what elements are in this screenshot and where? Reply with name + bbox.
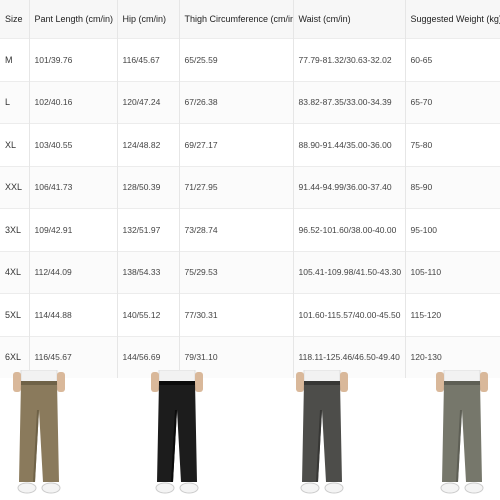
cell-pant-length: 106/41.73 (29, 165, 118, 209)
table-row: XL 103/40.55 124/48.82 69/27.17 88.90-91.44/… (0, 123, 500, 166)
cell-hip: 128/50.39 (117, 165, 180, 209)
cell-thigh: 65/25.59 (179, 38, 294, 81)
table-row: 4XL 112/44.09 138/54.33 75/29.53 105.41-109.… (0, 250, 500, 294)
cell-weight: 60-65 (405, 38, 500, 81)
cell-size: XL (0, 123, 30, 166)
cell-pant-length: 101/39.76 (29, 38, 118, 81)
table-row: M 101/39.76 116/45.67 65/25.59 77.79-81.32/3… (0, 38, 500, 81)
cell-weight: 95-100 (405, 208, 500, 251)
cell-thigh: 77/30.31 (179, 293, 294, 336)
model-figure-icon (151, 370, 203, 494)
header-pant-length: Pant Length (cm/in) (29, 0, 118, 39)
header-weight: Suggested Weight (kg) (405, 0, 500, 39)
cell-size: XXL (0, 165, 30, 209)
model-figure-icon (13, 370, 65, 494)
product-photo-strip (0, 370, 500, 500)
gray-green-pants-photo (430, 370, 494, 500)
cell-size: L (0, 80, 30, 124)
cell-size: M (0, 38, 30, 81)
dark-gray-pants-photo (290, 370, 354, 500)
cell-waist: 77.79-81.32/30.63-32.02 (293, 38, 406, 81)
size-chart-table: Size Pant Length (cm/in) Hip (cm/in) Thi… (0, 0, 500, 378)
cell-thigh: 69/27.17 (179, 123, 294, 166)
cell-waist: 96.52-101.60/38.00-40.00 (293, 208, 406, 251)
cell-waist: 101.60-115.57/40.00-45.50 (293, 293, 406, 336)
cell-pant-length: 103/40.55 (29, 123, 118, 166)
cell-thigh: 71/27.95 (179, 165, 294, 209)
cell-size: 5XL (0, 293, 30, 336)
cell-hip: 116/45.67 (117, 38, 180, 81)
cell-pant-length: 114/44.88 (29, 293, 118, 336)
table-row: 3XL 109/42.91 132/51.97 73/28.74 96.52-101.6… (0, 208, 500, 251)
cell-thigh: 73/28.74 (179, 208, 294, 251)
black-pants-photo (145, 370, 209, 500)
cell-weight: 75-80 (405, 123, 500, 166)
cell-pant-length: 112/44.09 (29, 250, 118, 294)
cell-weight: 105-110 (405, 250, 500, 294)
table-row: XXL 106/41.73 128/50.39 71/27.95 91.44-94.99… (0, 165, 500, 209)
cell-hip: 124/48.82 (117, 123, 180, 166)
header-thigh: Thigh Circumference (cm/in) (179, 0, 294, 39)
cell-pant-length: 102/40.16 (29, 80, 118, 124)
cell-waist: 91.44-94.99/36.00-37.40 (293, 165, 406, 209)
table-row: 5XL 114/44.88 140/55.12 77/30.31 101.60-115.… (0, 293, 500, 336)
table-row: L 102/40.16 120/47.24 67/26.38 83.82-87.35/3… (0, 80, 500, 124)
cell-thigh: 75/29.53 (179, 250, 294, 294)
cell-thigh: 67/26.38 (179, 80, 294, 124)
cell-weight: 115-120 (405, 293, 500, 336)
khaki-pants-photo (7, 370, 71, 500)
cell-waist: 105.41-109.98/41.50-43.30 (293, 250, 406, 294)
cell-weight: 85-90 (405, 165, 500, 209)
cell-hip: 138/54.33 (117, 250, 180, 294)
cell-size: 4XL (0, 250, 30, 294)
cell-weight: 65-70 (405, 80, 500, 124)
cell-pant-length: 109/42.91 (29, 208, 118, 251)
cell-size: 3XL (0, 208, 30, 251)
cell-hip: 132/51.97 (117, 208, 180, 251)
header-hip: Hip (cm/in) (117, 0, 180, 39)
model-figure-icon (296, 370, 348, 494)
table-header-row: Size Pant Length (cm/in) Hip (cm/in) Thi… (0, 0, 500, 39)
header-waist: Waist (cm/in) (293, 0, 406, 39)
cell-hip: 120/47.24 (117, 80, 180, 124)
cell-waist: 88.90-91.44/35.00-36.00 (293, 123, 406, 166)
model-figure-icon (436, 370, 488, 494)
header-size: Size (0, 0, 30, 39)
cell-hip: 140/55.12 (117, 293, 180, 336)
cell-waist: 83.82-87.35/33.00-34.39 (293, 80, 406, 124)
